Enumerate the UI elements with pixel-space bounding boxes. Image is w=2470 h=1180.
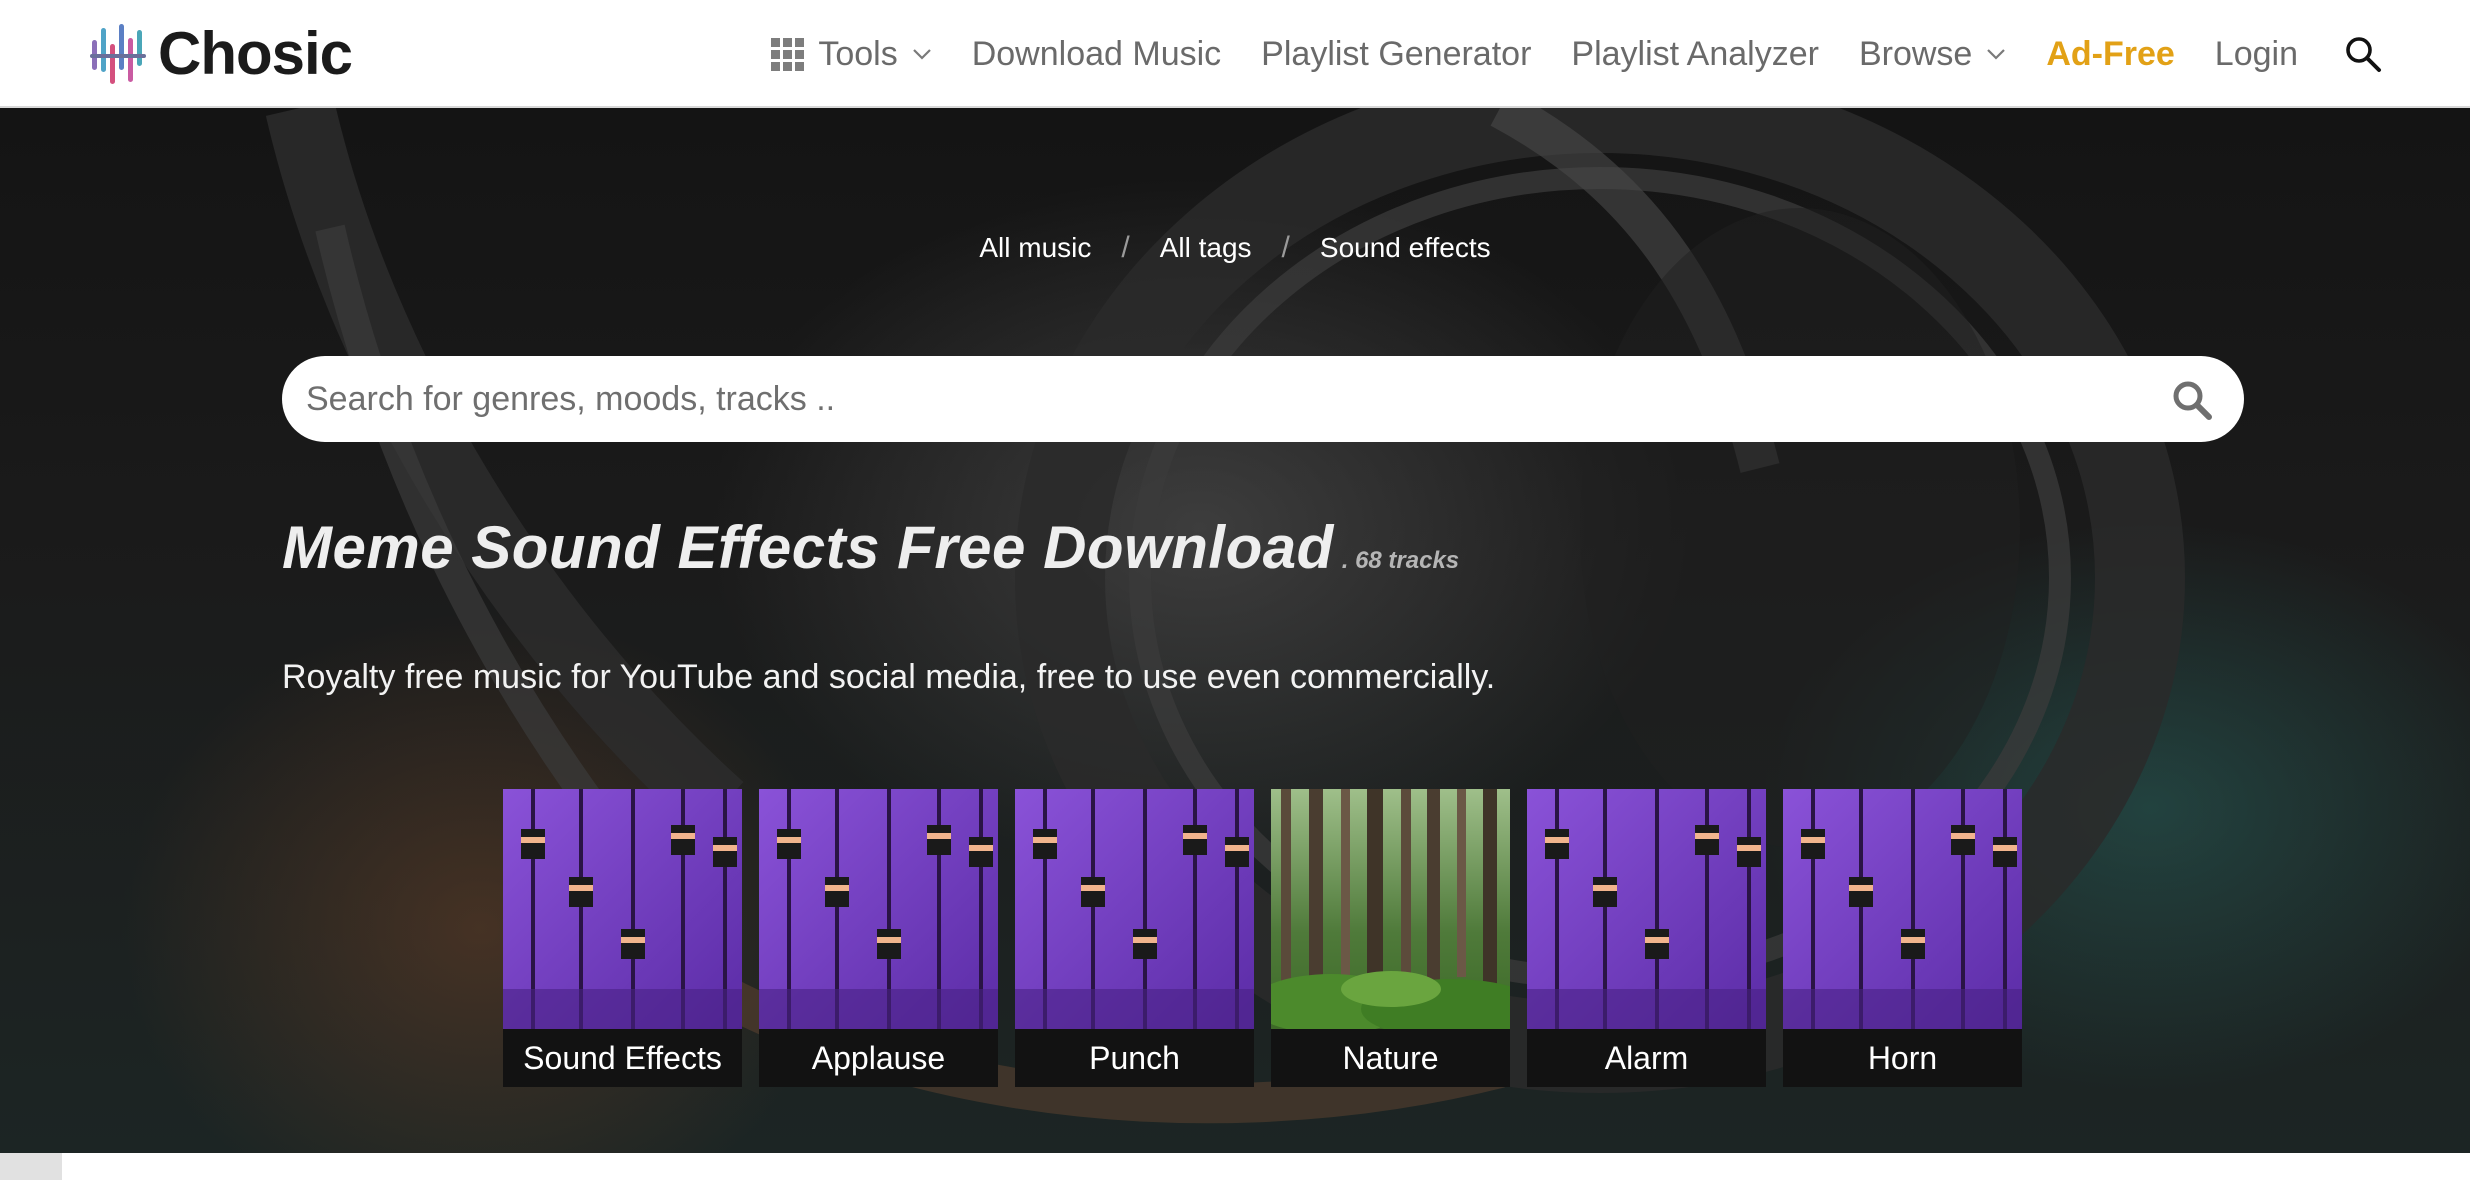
tile-label: Sound Effects <box>503 1029 742 1087</box>
search-icon[interactable] <box>2170 378 2214 422</box>
tile-label: Alarm <box>1527 1029 1766 1087</box>
breadcrumb: All music / All tags / Sound effects <box>0 228 2470 268</box>
hero-section: All music / All tags / Sound effects Mem… <box>0 108 2470 1153</box>
chosic-logo-icon <box>90 24 146 84</box>
chevron-down-icon <box>1987 49 2006 60</box>
nav-playlist-generator[interactable]: Playlist Generator <box>1261 35 1531 74</box>
tile-label: Nature <box>1271 1029 1510 1087</box>
breadcrumb-separator: / <box>1121 231 1130 264</box>
main-nav: Tools Download Music Playlist Generator … <box>731 0 2382 108</box>
search-icon <box>2346 37 2381 72</box>
mixer-thumbnail-image <box>1527 789 1766 1029</box>
logo-text: Chosic <box>158 19 353 87</box>
tile-sound-effects[interactable]: Sound Effects <box>503 789 742 1087</box>
nav-playlist-analyzer[interactable]: Playlist Analyzer <box>1571 35 1819 74</box>
nav-tools-label: Tools <box>818 34 898 73</box>
chevron-down-icon <box>912 49 931 60</box>
mixer-thumbnail-image <box>503 789 742 1029</box>
page-heading: Meme Sound Effects Free Download . 68 tr… <box>282 513 1459 582</box>
search-input[interactable] <box>282 356 2102 442</box>
nav-browse[interactable]: Browse <box>1859 35 2006 74</box>
breadcrumb-separator: / <box>1281 231 1290 264</box>
forest-thumbnail-image <box>1271 789 1510 1029</box>
nav-tools[interactable]: Tools <box>771 35 931 74</box>
tile-nature[interactable]: Nature <box>1271 789 1510 1087</box>
chosic-logo[interactable]: Chosic <box>90 18 353 88</box>
tile-horn[interactable]: Horn <box>1783 789 2022 1087</box>
mixer-thumbnail-image <box>1015 789 1254 1029</box>
mixer-thumbnail-image <box>759 789 998 1029</box>
nav-browse-label: Browse <box>1858 34 1973 73</box>
nav-ad-free[interactable]: Ad-Free <box>2046 35 2174 74</box>
sidebar-edge <box>0 1153 62 1180</box>
tile-alarm[interactable]: Alarm <box>1527 789 1766 1087</box>
nav-login[interactable]: Login <box>2215 35 2298 74</box>
mixer-thumbnail-image <box>1783 789 2022 1029</box>
breadcrumb-all-music[interactable]: All music <box>979 232 1091 264</box>
header-search-button[interactable] <box>2344 35 2382 73</box>
tile-label: Punch <box>1015 1029 1254 1087</box>
top-navigation-bar: Chosic Tools Download Music Playlist Gen… <box>0 0 2470 108</box>
nav-download-music[interactable]: Download Music <box>972 35 1221 74</box>
breadcrumb-all-tags[interactable]: All tags <box>1160 232 1252 264</box>
tag-tiles: Sound Effects Applause Punch Nature Alar… <box>503 789 2022 1087</box>
breadcrumb-sound-effects[interactable]: Sound effects <box>1320 232 1491 264</box>
grid-icon <box>771 37 805 71</box>
page-title: Meme Sound Effects Free Download <box>282 514 1334 581</box>
tile-label: Horn <box>1783 1029 2022 1087</box>
search-bar <box>282 356 2244 442</box>
tile-punch[interactable]: Punch <box>1015 789 1254 1087</box>
tile-applause[interactable]: Applause <box>759 789 998 1087</box>
tile-label: Applause <box>759 1029 998 1087</box>
track-count: . 68 tracks <box>1341 547 1460 574</box>
page-subtitle: Royalty free music for YouTube and socia… <box>282 658 1496 696</box>
content-area-top <box>0 1153 2470 1180</box>
